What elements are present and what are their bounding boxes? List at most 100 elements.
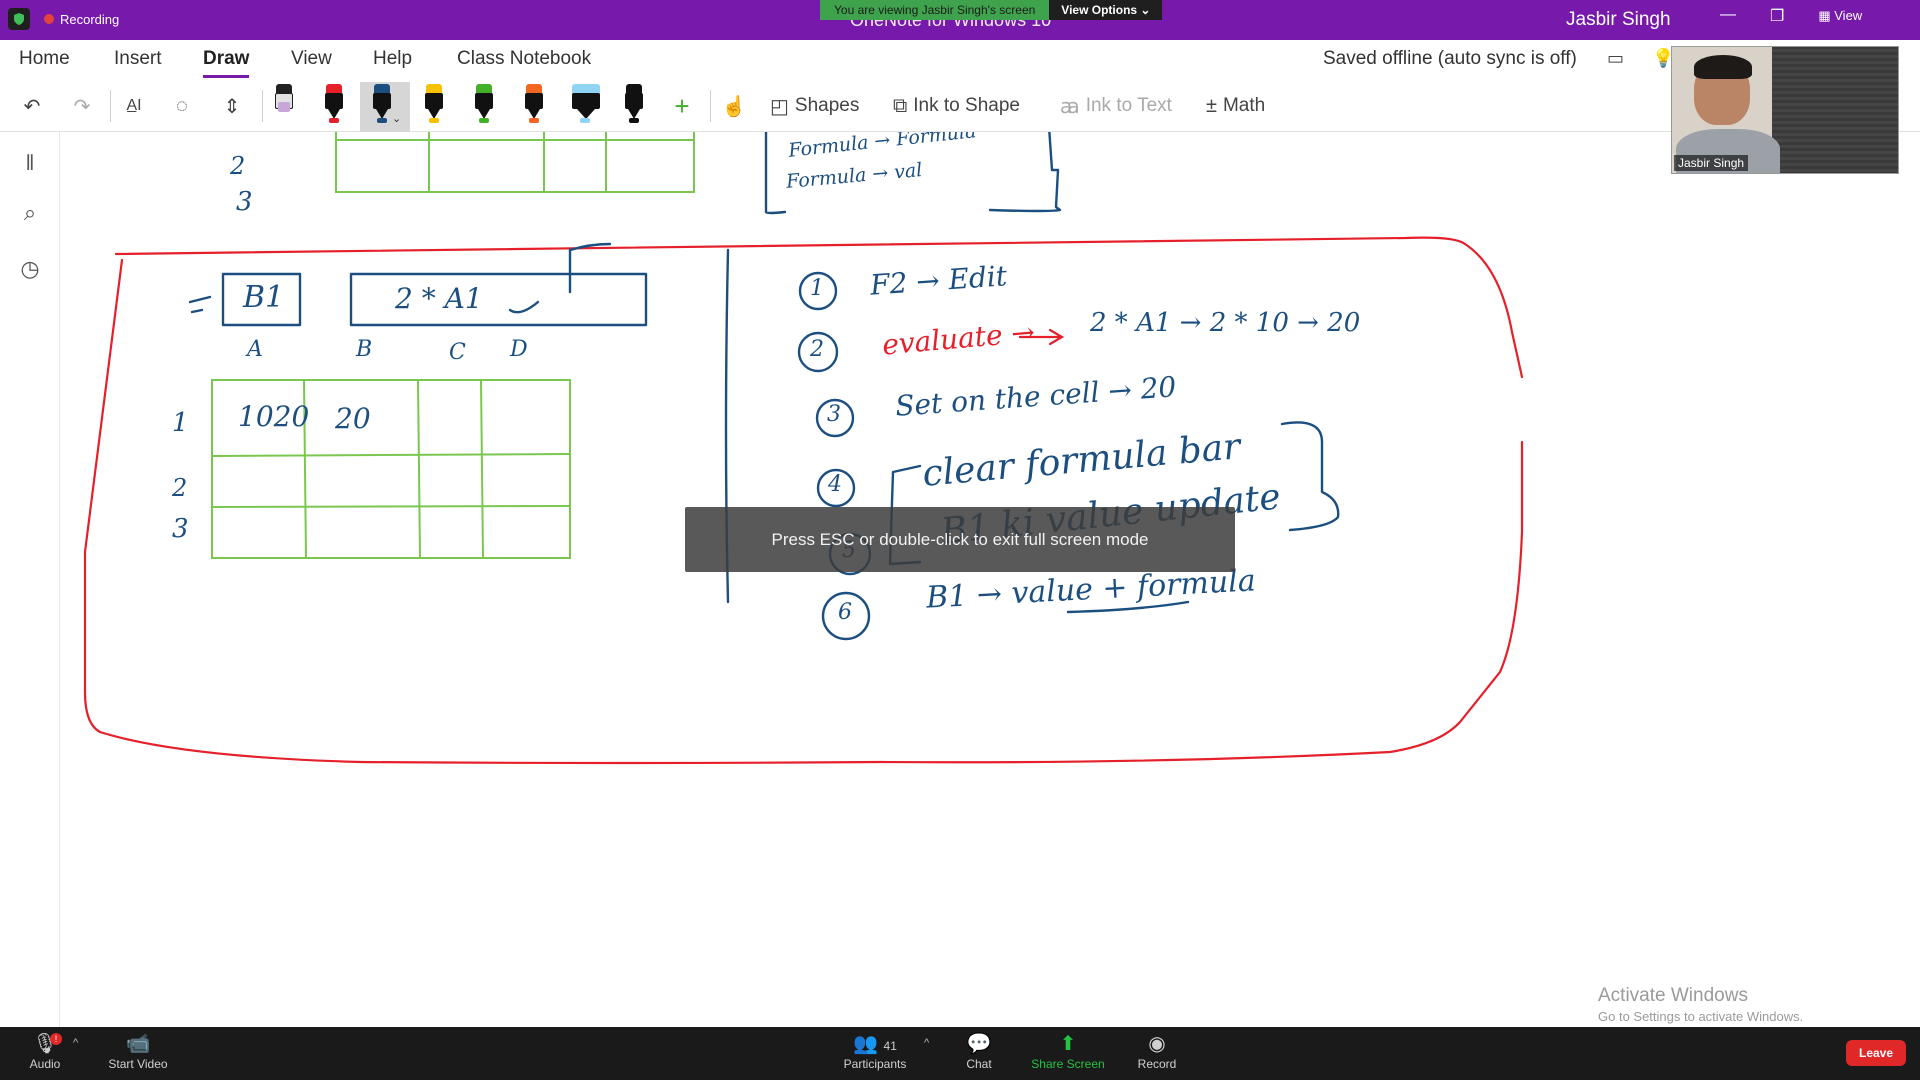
tab-view[interactable]: View	[291, 48, 332, 70]
leave-button[interactable]: Leave	[1846, 1040, 1906, 1066]
recent-notes-icon[interactable]: ◷	[14, 256, 46, 288]
top-row-label-3: 3	[236, 187, 253, 217]
video-wall	[1772, 47, 1898, 173]
recording-indicator[interactable]: Recording	[8, 8, 119, 30]
pen-red[interactable]	[316, 82, 352, 128]
tab-draw[interactable]: Draw	[203, 48, 250, 78]
touch-drawing-icon[interactable]: ☝	[716, 86, 752, 126]
participants-count: 41	[883, 1039, 897, 1053]
col-header-c: C	[449, 340, 466, 365]
step-2-number: 2	[810, 337, 824, 362]
search-icon[interactable]: ⌕	[14, 200, 46, 232]
top-bracket-right	[988, 132, 1062, 213]
highlighter-pen-pink[interactable]	[266, 82, 302, 128]
steps-bracket-right	[1280, 421, 1340, 532]
share-screen-button[interactable]: ⬆ Share Screen	[1023, 1031, 1113, 1071]
tab-help[interactable]: Help	[373, 48, 412, 70]
type-select-icon[interactable]: A̲I	[116, 86, 152, 126]
pen-green[interactable]	[466, 82, 502, 128]
add-pen-icon[interactable]: +	[664, 86, 700, 126]
pen-black[interactable]	[616, 82, 652, 128]
step-circles	[797, 271, 872, 641]
ink-to-shape-label: Ink to Shape	[913, 95, 1020, 116]
ink-to-text-button[interactable]: ꜳ Ink to Text	[1060, 86, 1172, 126]
shapes-icon: ◰	[770, 95, 789, 118]
top-bracket-left	[764, 132, 787, 215]
audio-alert-badge: !	[50, 1033, 62, 1045]
ink-to-shape-button[interactable]: ⧉ Ink to Shape	[893, 86, 1020, 126]
recording-label: Recording	[60, 11, 120, 27]
highlighter-blue[interactable]	[566, 82, 606, 128]
window-controls: — ❐ ▦ View	[1720, 6, 1862, 26]
cell-b1-value: 20	[335, 402, 371, 435]
name-box-value: B1	[243, 280, 285, 315]
start-video-button[interactable]: 📹 Start Video	[93, 1031, 183, 1071]
video-off-icon: 📹	[125, 1033, 151, 1055]
formula-check-mark	[508, 300, 540, 314]
undo-icon[interactable]: ↶	[14, 86, 50, 126]
restore-icon[interactable]: ❐	[1770, 6, 1784, 26]
pen-blue[interactable]: ⌄	[360, 82, 410, 132]
redo-icon[interactable]: ↷	[64, 86, 100, 126]
step-3-number: 3	[827, 402, 841, 427]
activate-windows-watermark: Activate Windows Go to Settings to activ…	[1598, 985, 1803, 1024]
record-icon: ◉	[1148, 1033, 1166, 1055]
activate-subtitle: Go to Settings to activate Windows.	[1598, 1009, 1804, 1024]
minimize-icon[interactable]: —	[1720, 6, 1736, 26]
chat-button[interactable]: 💬 Chat	[934, 1031, 1024, 1071]
view-options-button[interactable]: View Options ⌄	[1049, 0, 1163, 20]
row-label-3: 3	[172, 514, 189, 544]
tab-insert[interactable]: Insert	[114, 48, 162, 70]
lasso-select-icon[interactable]: ◌	[164, 86, 200, 126]
top-row-label-2: 2	[230, 152, 246, 180]
toolbar-divider	[110, 90, 111, 122]
participant-video[interactable]: Jasbir Singh	[1671, 46, 1899, 174]
tab-home[interactable]: Home	[19, 48, 70, 70]
notebook-icon[interactable]: ▭	[1607, 48, 1624, 69]
step-1-number: 1	[810, 276, 824, 301]
meeting-controls-bar: 🎙 ! Audio ^ 📹 Start Video 👥 41 Participa…	[0, 1027, 1920, 1080]
pen-yellow[interactable]	[416, 82, 452, 128]
shapes-label: Shapes	[794, 95, 860, 116]
view-options-label: View Options	[1061, 3, 1138, 17]
tab-class-notebook[interactable]: Class Notebook	[457, 48, 591, 70]
viewing-text: You are viewing Jasbir Singh's screen	[820, 0, 1050, 20]
shapes-button[interactable]: ◰ Shapes	[770, 86, 859, 126]
col-header-a: A	[247, 337, 263, 362]
math-button[interactable]: ± Math	[1206, 86, 1265, 126]
top-table-grid	[335, 132, 695, 193]
fullscreen-exit-toast: Press ESC or double-click to exit full s…	[685, 507, 1235, 572]
audio-options-caret-icon[interactable]: ^	[73, 1037, 78, 1049]
pen-orange[interactable]	[516, 82, 552, 128]
signed-in-user[interactable]: Jasbir Singh	[1566, 9, 1671, 31]
participants-options-caret-icon[interactable]: ^	[924, 1037, 929, 1049]
sync-status: Saved offline (auto sync is off)	[1323, 48, 1577, 69]
col-header-b: B	[356, 337, 373, 362]
cursor-mark	[568, 242, 612, 294]
add-space-icon[interactable]: ⇕	[214, 86, 250, 126]
row-label-2: 2	[172, 474, 188, 502]
ribbon-tabs: Home Insert Draw View Help Class Noteboo…	[0, 40, 1920, 80]
chat-icon: 💬	[966, 1033, 992, 1055]
toolbar-divider	[262, 90, 263, 122]
participants-label: Participants	[843, 1057, 907, 1071]
view-button[interactable]: ▦ View	[1818, 6, 1862, 26]
shield-icon	[8, 8, 30, 30]
note-canvas[interactable]: 2 3 Formula → Formula Formula → val B1 2…	[60, 132, 1920, 1027]
cell-a1-value: 1020	[238, 400, 310, 433]
ink-to-text-label: Ink to Text	[1085, 95, 1172, 116]
participant-name-tag: Jasbir Singh	[1674, 155, 1749, 171]
record-button[interactable]: ◉ Record	[1112, 1031, 1202, 1071]
navigation-rail: 𝍪 ⌕ ◷	[0, 132, 60, 1027]
toolbar-divider	[710, 90, 711, 122]
notebooks-icon[interactable]: 𝍪	[14, 146, 46, 178]
participants-button[interactable]: 👥 41 Participants	[830, 1031, 920, 1071]
audio-label: Audio	[29, 1057, 61, 1071]
step-4-number: 4	[828, 472, 842, 497]
chevron-down-icon[interactable]: ⌄	[392, 112, 401, 125]
participant-hair	[1694, 55, 1752, 79]
math-label: Math	[1222, 95, 1266, 116]
col-header-d: D	[510, 337, 528, 362]
row-label-1: 1	[172, 408, 189, 438]
record-label: Record	[1137, 1057, 1177, 1071]
